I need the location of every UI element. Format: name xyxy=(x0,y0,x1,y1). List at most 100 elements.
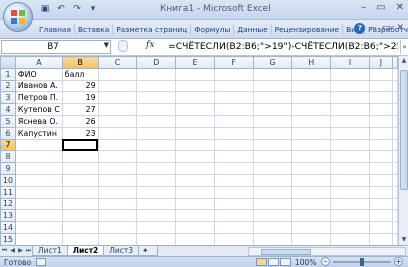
horizontal-scrollbar[interactable] xyxy=(248,247,406,256)
cell-D4[interactable] xyxy=(136,103,177,116)
cell-A8[interactable] xyxy=(14,150,63,164)
zoom-slider[interactable] xyxy=(333,258,391,266)
cell-D2[interactable] xyxy=(136,79,177,93)
cell-B2[interactable]: 29 xyxy=(61,79,99,93)
cell-G14[interactable] xyxy=(252,221,293,234)
cell-G7[interactable] xyxy=(252,138,293,152)
row-header[interactable]: 5 xyxy=(0,114,16,128)
cell-J6[interactable] xyxy=(368,126,394,140)
cell-H4[interactable] xyxy=(291,103,332,116)
cell-E6[interactable] xyxy=(175,126,215,140)
cell-H15[interactable] xyxy=(291,232,332,245)
ribbon-minimize-button[interactable]: – xyxy=(371,23,376,34)
cell-C7[interactable] xyxy=(97,138,138,152)
row-header[interactable]: 12 xyxy=(0,197,16,211)
cell-B9[interactable] xyxy=(61,162,99,175)
cell-E5[interactable] xyxy=(175,114,215,128)
cell-D11[interactable] xyxy=(136,185,177,199)
cell-B12[interactable] xyxy=(61,197,99,211)
cell-H14[interactable] xyxy=(291,221,332,234)
cell-C8[interactable] xyxy=(97,150,138,164)
cell-F6[interactable] xyxy=(213,126,254,140)
cell-I2[interactable] xyxy=(330,79,370,93)
cell-G4[interactable] xyxy=(252,103,293,116)
cell-H8[interactable] xyxy=(291,150,332,164)
column-header[interactable]: C xyxy=(97,56,138,69)
cell-A6[interactable]: Капустин xyxy=(14,126,63,140)
row-header[interactable]: 1 xyxy=(0,67,16,81)
cell-E4[interactable] xyxy=(175,103,215,116)
cell-C12[interactable] xyxy=(97,197,138,211)
cell-A2[interactable]: Иванов А. xyxy=(14,79,63,93)
cell-K8[interactable] xyxy=(392,150,398,164)
cell-H7[interactable] xyxy=(291,138,332,152)
cell-G9[interactable] xyxy=(252,162,293,175)
cell-C15[interactable] xyxy=(97,232,138,245)
cell-K14[interactable] xyxy=(392,221,398,234)
cell-B4[interactable]: 27 xyxy=(61,103,99,116)
cell-J11[interactable] xyxy=(368,185,394,199)
cell-E13[interactable] xyxy=(175,209,215,223)
formula-bar-resize-icon[interactable] xyxy=(118,40,128,52)
cell-G6[interactable] xyxy=(252,126,293,140)
cell-A14[interactable] xyxy=(14,221,63,234)
cell-I10[interactable] xyxy=(330,173,370,187)
cell-K3[interactable] xyxy=(392,91,398,105)
sheet-tab[interactable]: Лист3 xyxy=(103,246,140,256)
cell-J7[interactable] xyxy=(368,138,394,152)
select-all-corner[interactable] xyxy=(0,56,16,69)
cell-F11[interactable] xyxy=(213,185,254,199)
row-header[interactable]: 11 xyxy=(0,185,16,199)
sheet-tab[interactable]: Лист1 xyxy=(32,246,68,256)
cell-H1[interactable] xyxy=(291,67,332,81)
page-break-view-icon[interactable] xyxy=(280,258,291,266)
cell-G1[interactable] xyxy=(252,67,293,81)
cell-D3[interactable] xyxy=(136,91,177,105)
row-header[interactable]: 2 xyxy=(0,79,16,93)
cell-H9[interactable] xyxy=(291,162,332,175)
cell-A3[interactable]: Петров П. xyxy=(14,91,63,105)
cell-B8[interactable] xyxy=(61,150,99,164)
cell-A4[interactable]: Кутепов С xyxy=(14,103,63,116)
zoom-in-icon[interactable]: + xyxy=(394,257,403,266)
cell-C1[interactable] xyxy=(97,67,138,81)
cell-E11[interactable] xyxy=(175,185,215,199)
cell-H2[interactable] xyxy=(291,79,332,93)
cell-F2[interactable] xyxy=(213,79,254,93)
cell-H10[interactable] xyxy=(291,173,332,187)
cell-E7[interactable] xyxy=(175,138,215,152)
column-header[interactable]: G xyxy=(252,56,293,69)
cell-J12[interactable] xyxy=(368,197,394,211)
cell-G8[interactable] xyxy=(252,150,293,164)
cell-C6[interactable] xyxy=(97,126,138,140)
cell-B14[interactable] xyxy=(61,221,99,234)
cell-F3[interactable] xyxy=(213,91,254,105)
cell-B10[interactable] xyxy=(61,173,99,187)
cell-I1[interactable] xyxy=(330,67,370,81)
insert-function-button[interactable]: fx xyxy=(146,40,154,50)
cell-H11[interactable] xyxy=(291,185,332,199)
column-header[interactable]: E xyxy=(175,56,215,69)
cell-C2[interactable] xyxy=(97,79,138,93)
cell-D6[interactable] xyxy=(136,126,177,140)
cell-F15[interactable] xyxy=(213,232,254,245)
cell-D5[interactable] xyxy=(136,114,177,128)
zoom-level[interactable]: 100% xyxy=(295,258,316,267)
minimize-button[interactable]: – xyxy=(361,2,366,13)
row-header[interactable]: 14 xyxy=(0,221,16,234)
cell-C10[interactable] xyxy=(97,173,138,187)
cell-G3[interactable] xyxy=(252,91,293,105)
help-icon[interactable]: ? xyxy=(354,23,366,34)
ribbon-tab[interactable]: Вставка xyxy=(75,24,114,35)
cell-J14[interactable] xyxy=(368,221,394,234)
ribbon-tab[interactable]: Разметка страниц xyxy=(113,24,192,35)
cell-B11[interactable] xyxy=(61,185,99,199)
cell-J4[interactable] xyxy=(368,103,394,116)
cell-K7[interactable] xyxy=(392,138,398,152)
cell-D12[interactable] xyxy=(136,197,177,211)
formula-input[interactable]: =СЧЁТЕСЛИ(B2:B6;">19")-СЧЁТЕСЛИ(B2:B6;">… xyxy=(168,40,398,54)
cell-A5[interactable]: Яснева О. xyxy=(14,114,63,128)
cell-B5[interactable]: 26 xyxy=(61,114,99,128)
cell-B6[interactable]: 23 xyxy=(61,126,99,140)
row-header[interactable]: 6 xyxy=(0,126,16,140)
